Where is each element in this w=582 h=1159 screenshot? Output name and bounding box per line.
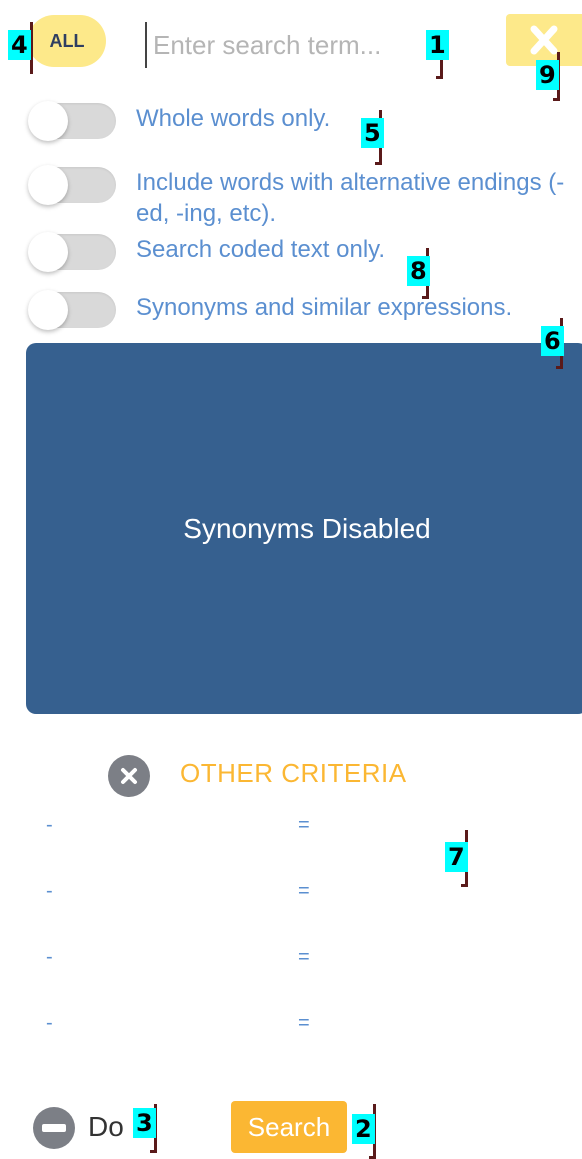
option-whole-words: Whole words only. [28, 101, 556, 141]
annotation-tag-2: 2 [352, 1114, 375, 1144]
criteria-field[interactable]: - [46, 814, 53, 837]
criteria-field[interactable]: - [46, 880, 53, 903]
option-coded-text: Search coded text only. [28, 232, 556, 272]
minus-circle-icon[interactable] [33, 1107, 75, 1149]
option-label: Include words with alternative endings (… [136, 169, 565, 227]
other-criteria-title[interactable]: OTHER CRITERIA [180, 758, 407, 789]
annotation-tag-8: 8 [407, 256, 430, 286]
minus-glyph [42, 1124, 66, 1132]
criteria-operator[interactable]: = [298, 1012, 310, 1035]
criteria-operator[interactable]: = [298, 814, 310, 837]
toggle-alternative-endings[interactable] [28, 165, 116, 205]
annotation-tag-5: 5 [361, 118, 384, 148]
synonyms-status: Synonyms Disabled [183, 512, 431, 544]
annotation-tag-3: 3 [133, 1108, 156, 1138]
all-button[interactable]: ALL [28, 15, 106, 67]
annotation-tag-9: 9 [536, 60, 559, 90]
option-synonyms: Synonyms and similar expressions. [28, 290, 576, 330]
toggle-knob [28, 232, 68, 272]
criteria-operator[interactable]: = [298, 946, 310, 969]
annotation-tag-4: 4 [8, 30, 31, 60]
option-alternative-endings: Include words with alternative endings (… [28, 165, 576, 229]
criteria-operator[interactable]: = [298, 880, 310, 903]
toggle-synonyms[interactable] [28, 290, 116, 330]
close-circle-icon[interactable] [108, 755, 150, 797]
annotation-tag-1: 1 [426, 30, 449, 60]
toggle-knob [28, 165, 68, 205]
option-label: Search coded text only. [136, 236, 386, 263]
annotation-tag-7: 7 [445, 842, 468, 872]
criteria-field[interactable]: - [46, 1012, 53, 1035]
search-field[interactable] [145, 22, 445, 68]
all-button-label: ALL [49, 30, 85, 51]
annotation-tag-6: 6 [541, 326, 564, 356]
toggle-knob [28, 290, 68, 330]
criteria-field[interactable]: - [46, 946, 53, 969]
search-button[interactable]: Search [231, 1101, 347, 1153]
toggle-whole-words[interactable] [28, 101, 116, 141]
do-label[interactable]: Do [88, 1111, 124, 1143]
search-button-label: Search [247, 1111, 331, 1142]
x-glyph [121, 768, 137, 784]
synonyms-panel: Synonyms Disabled [26, 343, 582, 714]
toggle-coded-text[interactable] [28, 232, 116, 272]
clear-button[interactable] [506, 14, 582, 66]
option-label: Synonyms and similar expressions. [136, 294, 513, 321]
option-label: Whole words only. [136, 105, 331, 132]
toggle-knob [28, 101, 68, 141]
search-input[interactable] [151, 28, 445, 62]
